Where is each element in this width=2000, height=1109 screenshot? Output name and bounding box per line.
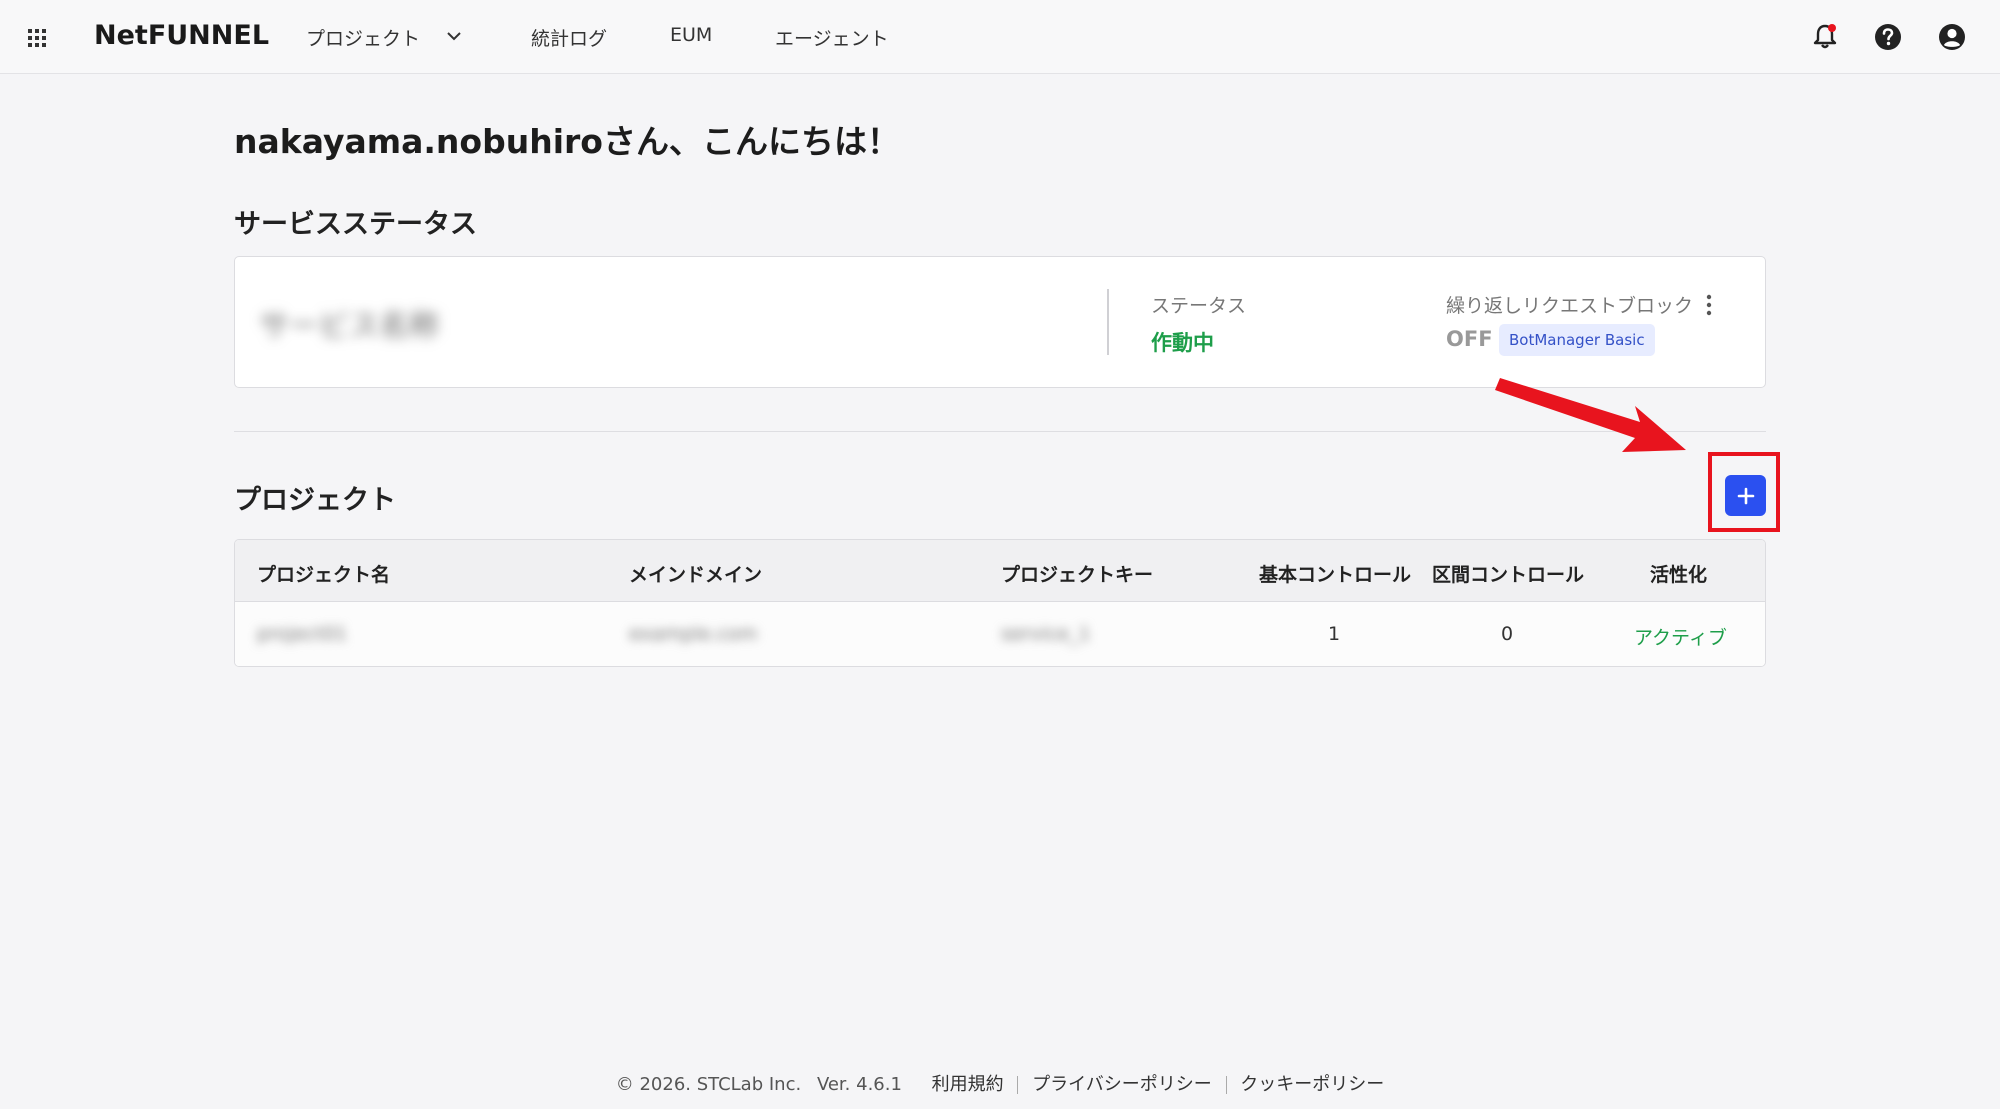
service-name: サービス名称 [259, 309, 439, 344]
column-header-project-name[interactable]: プロジェクト名 [257, 560, 390, 587]
account-icon[interactable] [1937, 22, 1967, 52]
cookie-policy-link[interactable]: クッキーポリシー [1240, 1074, 1384, 1095]
red-arrow-annotation [1495, 378, 1686, 452]
table-row[interactable]: project01 example.com service_1 1 0 アクティ… [235, 602, 1765, 666]
greeting-title: nakayama.nobuhiroさん、こんにちは！ [234, 122, 900, 161]
status-label: ステータス [1151, 295, 1247, 317]
add-project-button[interactable] [1725, 475, 1766, 516]
service-status-title: サービスステータス [234, 209, 477, 240]
botmanager-badge: BotManager Basic [1499, 324, 1655, 356]
chevron-down-icon[interactable] [444, 26, 464, 46]
projects-table: プロジェクト名 メインドメイン プロジェクトキー 基本コントロール 区間コントロ… [234, 539, 1766, 667]
nav-eum[interactable]: EUM [670, 24, 712, 46]
footer-separator [1017, 1076, 1019, 1094]
copyright-text: © 2026. STCLab Inc. [615, 1074, 802, 1095]
footer-separator [1225, 1076, 1227, 1094]
privacy-policy-link[interactable]: プライバシーポリシー [1032, 1074, 1212, 1095]
kebab-menu-icon[interactable] [1705, 293, 1713, 317]
nav-stats-log[interactable]: 統計ログ [531, 24, 607, 51]
status-divider [1107, 289, 1109, 355]
netfunnel-logo[interactable]: NetFUNNEL [94, 20, 269, 51]
column-header-basic-control[interactable]: 基本コントロール [1259, 560, 1411, 587]
status-value: 作動中 [1151, 331, 1214, 355]
basic-control-cell: 1 [1328, 623, 1341, 645]
section-control-cell: 0 [1501, 623, 1514, 645]
column-header-activation[interactable]: 活性化 [1650, 560, 1707, 587]
bell-icon[interactable] [1810, 22, 1840, 52]
nav-agent[interactable]: エージェント [775, 24, 889, 51]
project-key-cell: service_1 [1001, 623, 1091, 645]
column-header-project-key[interactable]: プロジェクトキー [1001, 560, 1153, 587]
service-status-card: サービス名称 ステータス 作動中 繰り返しリクエストブロック OFF BotMa… [234, 256, 1766, 388]
help-icon[interactable] [1873, 22, 1903, 52]
activation-status-cell: アクティブ [1634, 627, 1727, 649]
top-navigation-bar: NetFUNNEL プロジェクト 統計ログ EUM エージェント [0, 0, 2000, 74]
column-header-section-control[interactable]: 区間コントロール [1432, 560, 1584, 587]
footer: © 2026. STCLab Inc. Ver. 4.6.1 利用規約 プライバ… [0, 1070, 2000, 1096]
nav-project[interactable]: プロジェクト [306, 24, 420, 51]
repeat-block-label: 繰り返しリクエストブロック [1446, 295, 1694, 317]
table-header: プロジェクト名 メインドメイン プロジェクトキー 基本コントロール 区間コントロ… [235, 540, 1765, 602]
project-name-cell[interactable]: project01 [257, 623, 347, 645]
repeat-block-value: OFF [1446, 327, 1493, 351]
terms-link[interactable]: 利用規約 [932, 1074, 1004, 1095]
column-header-main-domain[interactable]: メインドメイン [629, 560, 762, 587]
apps-grid-icon[interactable] [28, 29, 48, 49]
main-domain-cell: example.com [629, 623, 758, 645]
version-text: Ver. 4.6.1 [816, 1074, 902, 1095]
projects-title: プロジェクト [234, 485, 396, 516]
plus-icon [1737, 487, 1754, 504]
